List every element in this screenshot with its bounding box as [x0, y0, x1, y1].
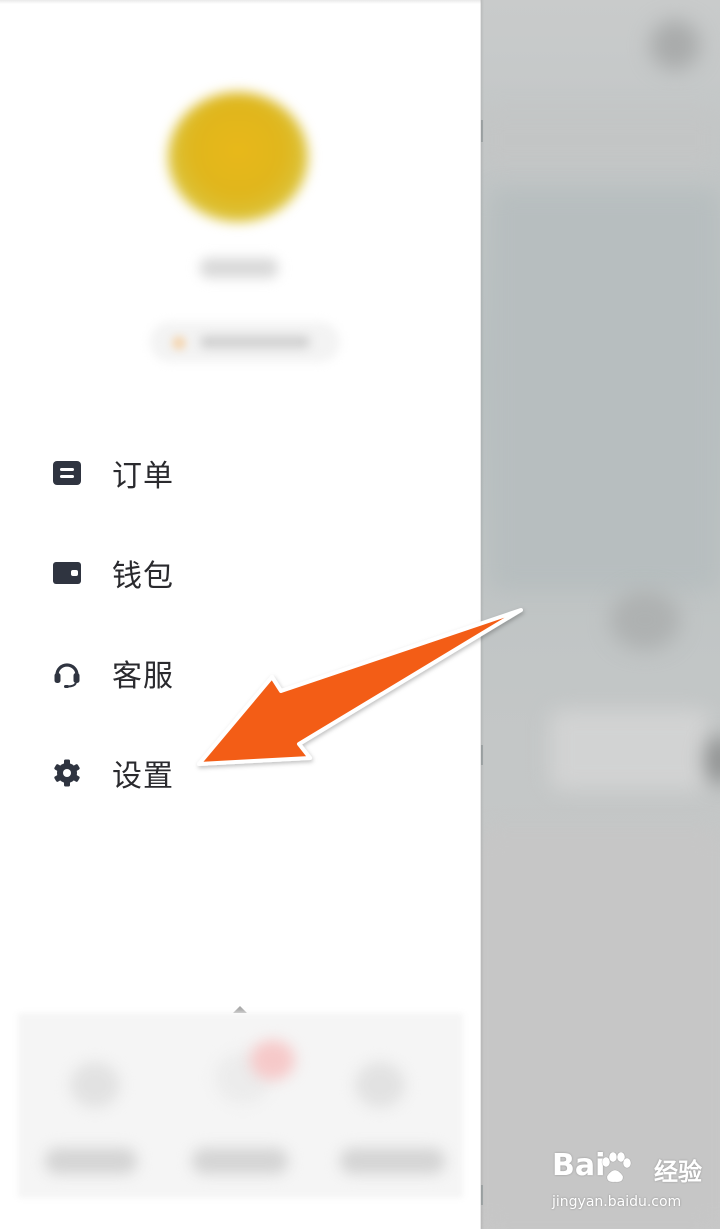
user-info-pill-text-blurred — [200, 336, 310, 348]
order-list-icon — [50, 456, 84, 490]
paw-logo-icon — [601, 1152, 632, 1183]
blurred-header-bar — [480, 110, 720, 170]
status-divider — [0, 0, 481, 4]
bottom-shortcut-label-blurred — [340, 1148, 445, 1174]
navigation-drawer: 订单 钱包 客服 设置 — [0, 0, 481, 1229]
bottom-shortcut-label-blurred — [45, 1148, 137, 1174]
baidu-jingyan-watermark: Bai 经验 jingyan.baidu.com — [552, 1148, 712, 1218]
menu-item-customer-service[interactable]: 客服 — [50, 643, 350, 703]
watermark-brand-suffix: 经验 — [654, 1158, 702, 1186]
gear-icon — [50, 756, 84, 790]
menu-item-orders[interactable]: 订单 — [50, 443, 350, 503]
bottom-shortcut-icon-blurred[interactable] — [70, 1062, 120, 1108]
menu-item-label: 客服 — [112, 659, 174, 694]
menu-item-wallet[interactable]: 钱包 — [50, 543, 350, 603]
menu-item-label: 钱包 — [112, 559, 174, 594]
menu-item-label: 订单 — [112, 459, 174, 494]
bottom-shortcut-badge-blurred — [250, 1040, 295, 1080]
bottom-shortcut-label-blurred — [192, 1148, 288, 1174]
menu-item-settings[interactable]: 设置 — [50, 743, 350, 803]
menu-item-label: 设置 — [112, 759, 174, 794]
blurred-card — [550, 710, 710, 790]
bottom-shortcut-icon-blurred[interactable] — [355, 1062, 405, 1108]
user-avatar[interactable] — [168, 92, 308, 222]
headset-icon — [50, 656, 84, 690]
collapse-caret-icon[interactable] — [233, 1006, 247, 1013]
drawer-shadow — [480, 0, 484, 1229]
blurred-top-button — [650, 20, 700, 70]
wallet-icon — [50, 556, 84, 590]
blurred-map-area — [490, 190, 720, 590]
blurred-location-marker — [610, 590, 680, 650]
dimmed-background-content[interactable] — [480, 0, 720, 1229]
user-info-pill-icon — [172, 336, 186, 350]
watermark-url: jingyan.baidu.com — [552, 1194, 682, 1210]
user-name-blurred[interactable] — [200, 258, 278, 278]
